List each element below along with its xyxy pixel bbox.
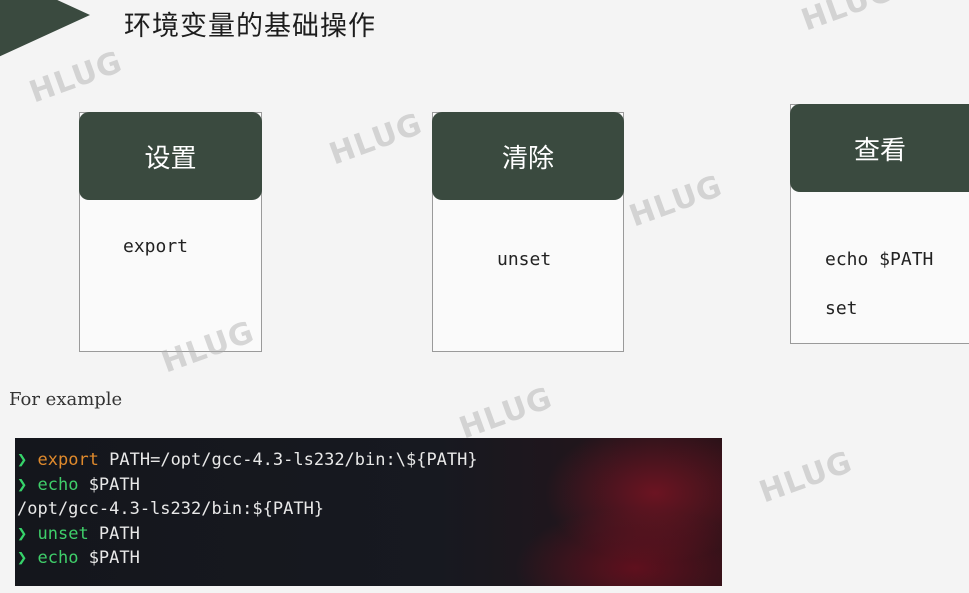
card-set-command: export bbox=[123, 236, 189, 257]
prompt-icon: ❯ bbox=[17, 523, 28, 544]
terminal-line: ❯ echo $PATH bbox=[15, 473, 722, 498]
command-args: PATH bbox=[88, 523, 140, 544]
watermark: HLUG bbox=[324, 106, 428, 173]
command-keyword: export bbox=[37, 450, 99, 470]
command-args: $PATH bbox=[78, 548, 140, 568]
card-clear-command: unset bbox=[497, 249, 552, 270]
command-args: PATH=/opt/gcc-4.3-ls232/bin:\${PATH} bbox=[98, 450, 478, 470]
card-view-header: 查看 bbox=[790, 104, 969, 192]
example-label: For example bbox=[9, 389, 123, 410]
card-set: 设置 export bbox=[79, 112, 262, 352]
prompt-icon: ❯ bbox=[17, 548, 28, 568]
prompt-icon: ❯ bbox=[17, 450, 28, 470]
terminal-line: ❯ export PATH=/opt/gcc-4.3-ls232/bin:\${… bbox=[15, 448, 722, 473]
terminal-line: ❯ echo $PATH bbox=[15, 546, 722, 571]
card-view-command-set: set bbox=[825, 298, 858, 319]
card-clear: 清除 unset bbox=[432, 112, 624, 352]
command-args: $PATH bbox=[78, 474, 140, 495]
card-set-header: 设置 bbox=[79, 112, 262, 200]
slide-title: 环境变量的基础操作 bbox=[124, 11, 376, 42]
prompt-icon: ❯ bbox=[17, 474, 28, 495]
terminal-line: ❯ unset PATH bbox=[15, 522, 722, 547]
watermark: HLUG bbox=[624, 168, 728, 235]
command-keyword: unset bbox=[37, 523, 89, 544]
card-clear-header: 清除 bbox=[432, 112, 624, 200]
card-view: 查看 echo $PATH set bbox=[790, 104, 969, 344]
terminal-output: /opt/gcc-4.3-ls232/bin:${PATH} bbox=[17, 499, 325, 519]
watermark: HLUG bbox=[796, 0, 900, 39]
command-keyword: echo bbox=[37, 474, 79, 495]
command-keyword: echo bbox=[37, 548, 79, 568]
terminal-window: ❯ export PATH=/opt/gcc-4.3-ls232/bin:\${… bbox=[15, 438, 722, 586]
watermark: HLUG bbox=[454, 380, 558, 447]
card-view-command-echo: echo $PATH bbox=[825, 249, 934, 270]
watermark: HLUG bbox=[754, 444, 858, 511]
